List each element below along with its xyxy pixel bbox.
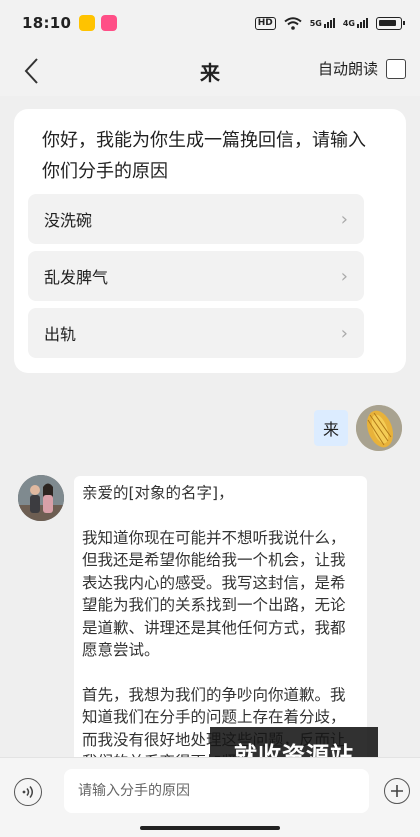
chevron-right-icon: › — [340, 265, 348, 287]
reason-option-3[interactable]: 出轨 › — [28, 308, 364, 358]
battery-icon — [376, 16, 405, 30]
signal-4g-icon: 4G — [343, 18, 368, 28]
status-bar: 18:10 HD 5G 4G — [0, 0, 420, 46]
meituan-app-icon — [79, 15, 96, 31]
reason-label: 没洗碗 — [44, 211, 93, 230]
shopping-app-icon — [101, 15, 118, 31]
signal-5g-icon: 5G — [310, 18, 335, 28]
voice-icon — [22, 786, 33, 798]
auto-read-checkbox[interactable] — [386, 58, 406, 79]
auto-read-toggle[interactable]: 自动朗读 — [318, 58, 406, 79]
voice-input-button[interactable] — [14, 778, 42, 806]
reason-label: 出轨 — [44, 325, 77, 344]
chevron-left-icon — [24, 58, 38, 84]
hd-icon: HD — [254, 16, 276, 30]
reason-label: 乱发脾气 — [44, 268, 109, 287]
user-message-text: 来 — [322, 420, 339, 439]
auto-read-label: 自动朗读 — [317, 60, 378, 78]
corn-avatar-image — [356, 405, 402, 451]
reason-option-1[interactable]: 没洗碗 › — [28, 194, 364, 244]
wifi-icon — [284, 16, 302, 30]
plus-icon — [391, 785, 403, 797]
status-icons: HD 5G 4G — [254, 16, 405, 30]
chevron-right-icon: › — [340, 322, 348, 344]
user-avatar[interactable] — [356, 405, 402, 451]
back-button[interactable] — [16, 54, 46, 88]
network-5g-label: 5G — [309, 19, 322, 28]
status-time: 18:10 — [22, 14, 72, 32]
reason-option-2[interactable]: 乱发脾气 › — [28, 251, 364, 301]
user-message-bubble: 来 — [314, 410, 348, 446]
bot-message-paragraph: 我知道你现在可能并不想听我说什么，但我还是希望你能给我一个机会，让我表达我内心的… — [82, 528, 346, 660]
chevron-right-icon: › — [340, 208, 348, 230]
message-input[interactable] — [64, 769, 369, 813]
home-indicator[interactable] — [140, 826, 280, 830]
network-4g-label: 4G — [342, 19, 355, 28]
nav-bar: 来 自动朗读 — [0, 46, 420, 96]
bot-avatar[interactable] — [18, 475, 64, 521]
bot-message-paragraph: 亲爱的[对象的名字]， — [82, 484, 234, 502]
input-bar — [0, 757, 420, 837]
add-button[interactable] — [384, 778, 410, 804]
couple-avatar-image — [18, 475, 64, 521]
intro-prompt: 你好，我能为你生成一篇挽回信，请输入你们分手的原因 — [42, 130, 366, 182]
